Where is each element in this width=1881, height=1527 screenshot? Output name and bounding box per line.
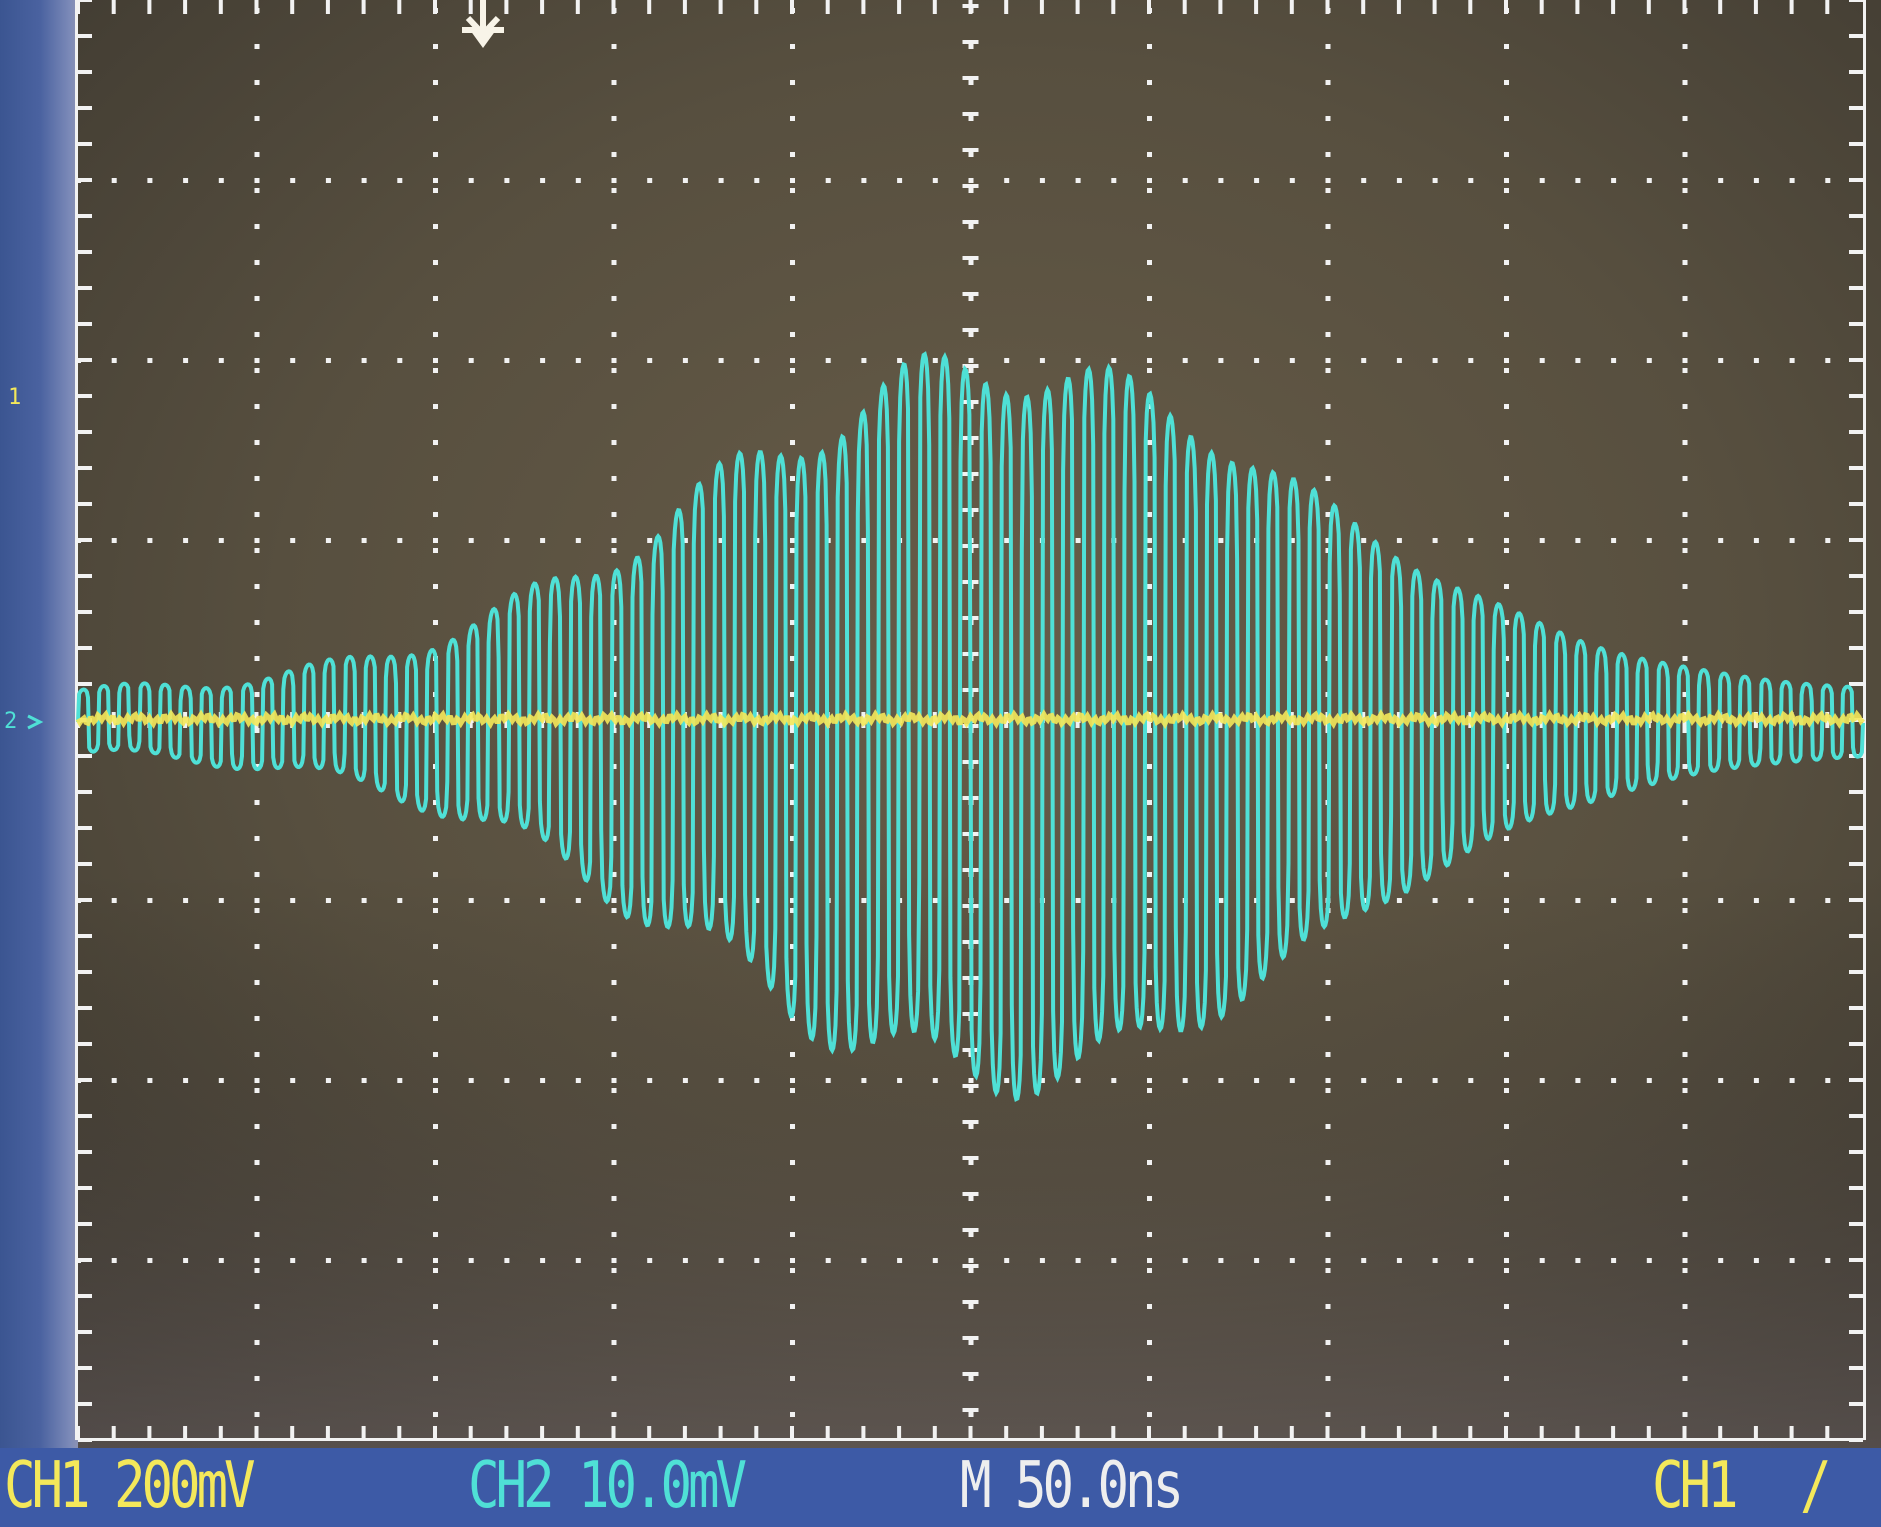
timebase-label: M [960,1449,992,1523]
timebase-value: 50.0ns [1014,1449,1184,1523]
ch2-scale-readout[interactable]: CH2 10.0mV [468,1446,747,1526]
status-bar [0,1448,1881,1527]
ch1-ground-marker-icon[interactable]: 1 [8,385,21,410]
ch2-volts-per-div: 10.0mV [577,1449,747,1523]
ch1-marker-label: 1 [8,385,21,410]
ch1-label: CH1 [4,1449,91,1523]
ch1-volts-per-div: 200mV [113,1449,256,1523]
ch2-marker-label: 2 [4,709,17,734]
ch2-ground-marker-icon[interactable]: 2 [4,709,44,734]
timebase-readout[interactable]: M 50.0ns [960,1446,1184,1526]
ch2-label: CH2 [468,1449,555,1523]
trigger-slope-readout[interactable]: / [1800,1446,1832,1526]
trigger-slope-symbol: / [1800,1449,1832,1523]
trigger-source-label: CH1 [1652,1449,1739,1523]
ch1-scale-readout[interactable]: CH1 200mV [4,1446,256,1526]
waveform-screen: 1 2 [4,0,1881,1448]
oscilloscope-display: 1 2 CH1 200mV CH2 10.0mV M 50.0ns CH1 / [0,0,1881,1527]
trigger-source-readout[interactable]: CH1 [1652,1446,1739,1526]
